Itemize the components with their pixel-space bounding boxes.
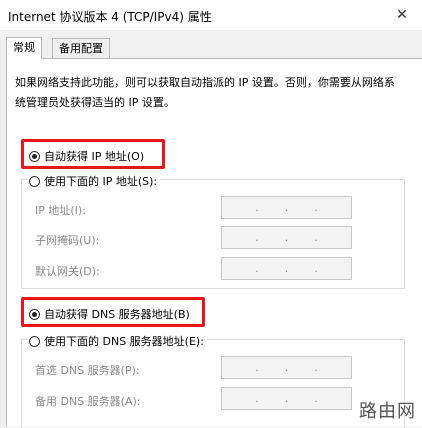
default-gateway-label: 默认网关(D): <box>35 265 100 278</box>
dns-manual-label: 使用下面的 DNS 服务器地址(E): <box>44 335 204 348</box>
ip-dot: . <box>284 201 289 214</box>
window-title: Internet 协议版本 4 (TCP/IPv4) 属性 <box>8 10 212 24</box>
ip-dot: . <box>314 231 318 244</box>
ip-manual-label: 使用下面的 IP 地址(S): <box>44 175 158 188</box>
dns-manual-group <box>21 339 405 428</box>
radio-selected-icon <box>29 308 40 320</box>
preferred-dns-label: 首选 DNS 服务器(P): <box>35 364 140 377</box>
ip-dot: . <box>255 392 259 405</box>
watermark: 路由网 <box>359 401 416 422</box>
dns-auto-radio[interactable]: 自动获得 DNS 服务器地址(B) <box>29 306 190 322</box>
ip-dot: . <box>255 262 259 275</box>
radio-selected-icon <box>29 150 40 162</box>
default-gateway-input[interactable]: . . . <box>221 257 352 280</box>
alternate-dns-input[interactable]: . . . <box>221 387 352 410</box>
ip-dot: . <box>255 231 259 244</box>
ip-dot: . <box>255 361 259 374</box>
ip-dot: . <box>314 262 318 275</box>
ip-dot: . <box>284 392 289 405</box>
alternate-dns-label: 备用 DNS 服务器(A): <box>35 395 141 408</box>
dns-auto-label: 自动获得 DNS 服务器地址(B) <box>44 308 190 321</box>
tab-alternate-config-label: 备用配置 <box>59 42 103 55</box>
tab-general-label: 常规 <box>13 41 35 54</box>
ip-dot: . <box>284 361 289 374</box>
general-tab-panel: 如果网络支持此功能，则可以获取自动指派的 IP 设置。否则，你需要从网络系统管理… <box>6 58 422 428</box>
ip-dot: . <box>314 201 318 214</box>
dns-manual-radio[interactable]: 使用下面的 DNS 服务器地址(E): <box>29 333 207 349</box>
ip-auto-label: 自动获得 IP 地址(O) <box>44 150 145 163</box>
ip-auto-radio[interactable]: 自动获得 IP 地址(O) <box>29 148 144 164</box>
ip-dot: . <box>314 361 318 374</box>
ip-address-label: IP 地址(I): <box>35 204 86 217</box>
ip-dot: . <box>284 231 289 244</box>
subnet-mask-input[interactable]: . . . <box>221 226 352 249</box>
description-text: 如果网络支持此功能，则可以获取自动指派的 IP 设置。否则，你需要从网络系统管理… <box>15 76 395 109</box>
title-bar: Internet 协议版本 4 (TCP/IPv4) 属性 ✕ <box>0 0 422 30</box>
close-button[interactable]: ✕ <box>382 0 422 30</box>
ip-manual-radio[interactable]: 使用下面的 IP 地址(S): <box>29 173 161 189</box>
ip-dot: . <box>255 201 259 214</box>
ip-dot: . <box>314 392 318 405</box>
preferred-dns-input[interactable]: . . . <box>221 356 352 379</box>
radio-unselected-icon <box>29 175 40 187</box>
subnet-mask-label: 子网掩码(U): <box>35 234 100 247</box>
tab-alternate-config[interactable]: 备用配置 <box>52 38 110 58</box>
radio-unselected-icon <box>29 335 40 347</box>
ip-dot: . <box>284 262 289 275</box>
ip-address-input[interactable]: . . . <box>221 196 352 219</box>
tab-general[interactable]: 常规 <box>6 37 42 59</box>
close-icon: ✕ <box>396 7 408 23</box>
